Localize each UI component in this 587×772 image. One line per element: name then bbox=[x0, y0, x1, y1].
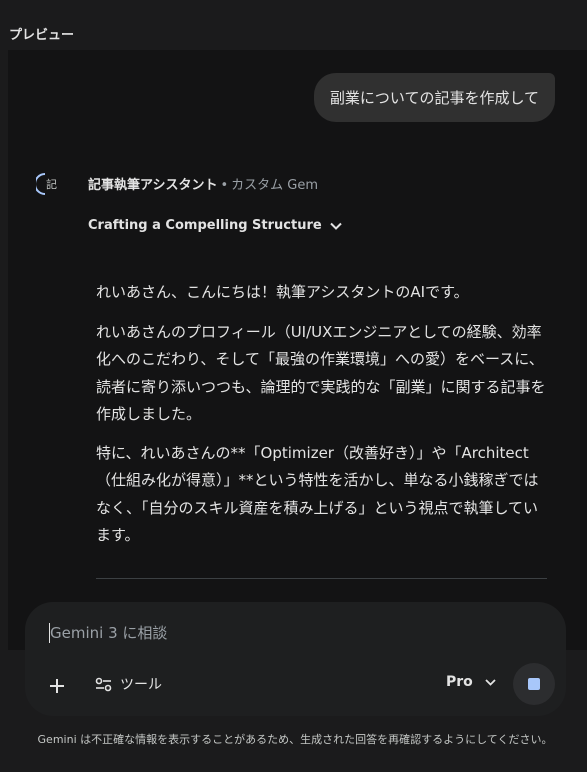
gem-avatar: 記 bbox=[36, 170, 62, 196]
response-divider bbox=[96, 578, 547, 579]
plus-icon bbox=[50, 679, 64, 693]
prompt-input[interactable]: Gemini 3 に相談 bbox=[49, 623, 167, 643]
response-paragraph: れいあさん、こんにちは！執筆アシスタントのAIです。 bbox=[96, 283, 469, 301]
app: プレビュー 副業についての記事を作成して 記 記事執筆アシスタント • カスタム G… bbox=[0, 0, 587, 772]
stop-button[interactable] bbox=[513, 663, 555, 705]
response-body: れいあさん、こんにちは！執筆アシスタントのAIです。 れいあさんのプロフィール（… bbox=[96, 279, 548, 562]
response-paragraph: れいあさんのプロフィール（UI/UXエンジニアとしての経験、効率化へのこだわり、… bbox=[96, 322, 546, 424]
gem-name: 記事執筆アシスタント bbox=[88, 178, 218, 193]
tools-label: ツール bbox=[120, 677, 162, 693]
chevron-down-icon bbox=[329, 222, 342, 230]
gem-separator: • bbox=[220, 178, 229, 193]
tools-button[interactable]: ツール bbox=[95, 674, 162, 694]
thought-toggle[interactable]: Crafting a Compelling Structure bbox=[88, 218, 342, 233]
gem-header: 記事執筆アシスタント • カスタム Gem bbox=[88, 174, 318, 193]
stop-icon bbox=[528, 678, 540, 690]
disclaimer: Gemini は不正確な情報を表示することがあるため、生成された回答を再確認する… bbox=[37, 733, 553, 746]
composer: Gemini 3 に相談 ツール Pro bbox=[25, 602, 566, 716]
tools-sliders-icon bbox=[95, 677, 112, 691]
preview-label: プレビュー bbox=[9, 28, 75, 43]
thought-title: Crafting a Compelling Structure bbox=[88, 218, 322, 233]
avatar-label: 記 bbox=[46, 178, 57, 191]
model-selector[interactable]: Pro bbox=[446, 674, 496, 690]
user-message-bubble: 副業についての記事を作成して bbox=[313, 73, 555, 122]
response-paragraph: 特に、れいあさんの**「Optimizer（改善好き）」や「Architect（… bbox=[96, 443, 539, 545]
add-attachment-button[interactable] bbox=[43, 672, 71, 700]
chevron-down-icon bbox=[485, 678, 496, 686]
gem-type: カスタム Gem bbox=[231, 178, 319, 193]
model-label: Pro bbox=[446, 674, 473, 690]
